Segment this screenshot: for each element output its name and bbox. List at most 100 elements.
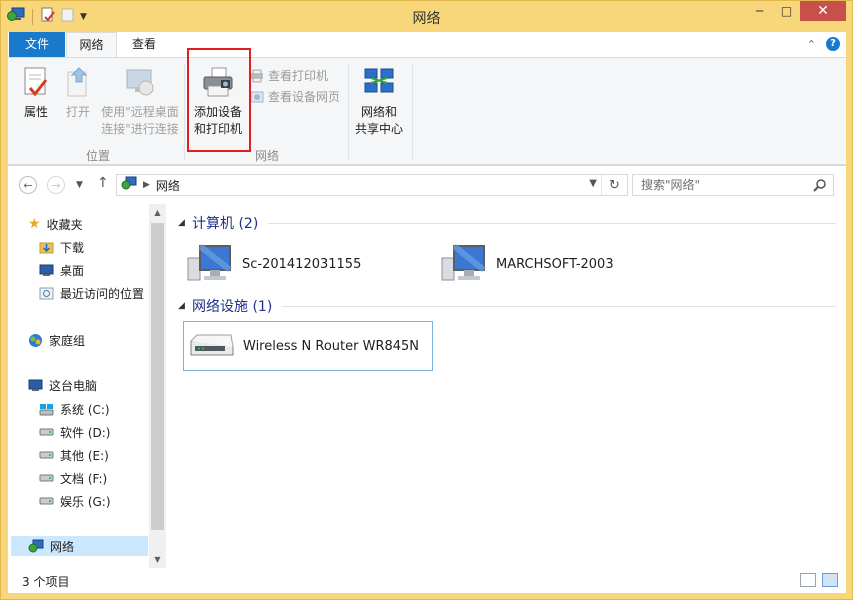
details-view-icon[interactable] [800, 573, 816, 587]
explorer-window: ▼ 网络 ─ □ ✕ 文件 网络 查看 ⌃ ? 属性 打开 使用"远程桌面 连接… [0, 0, 853, 600]
tab-file[interactable]: 文件 [9, 32, 65, 57]
group-header-computers[interactable]: ◢ 计算机 (2) [178, 213, 836, 233]
nav-label: 最近访问的位置 [60, 286, 145, 301]
nav-label: 这台电脑 [49, 378, 98, 393]
nav-scrollbar[interactable]: ▲ ▼ [149, 204, 166, 568]
nav-item-this-pc[interactable]: 这台电脑 [28, 375, 97, 395]
computer-item[interactable]: MARCHSOFT-2003 [440, 239, 614, 289]
computer-item[interactable]: Sc-201412031155 [186, 239, 361, 289]
group-header-infrastructure[interactable]: ◢ 网络设施 (1) [178, 296, 836, 316]
help-icon[interactable]: ? [826, 37, 840, 51]
open-button[interactable]: 打开 [60, 66, 96, 121]
remote-desktop-icon [124, 66, 156, 100]
search-box [632, 174, 834, 196]
router-icon [190, 334, 234, 356]
homegroup-icon [29, 333, 42, 347]
scrollbar-thumb[interactable] [151, 223, 164, 530]
group-divider [348, 64, 349, 160]
group-divider [268, 222, 836, 224]
remote-desktop-label-line2: 连接"进行连接 [101, 122, 179, 136]
refresh-icon[interactable]: ↻ [601, 175, 627, 195]
view-printers-icon [251, 69, 263, 82]
open-icon [62, 66, 94, 100]
address-dropdown-icon[interactable]: ▼ [589, 178, 597, 189]
properties-label: 属性 [23, 105, 48, 119]
nav-item-network[interactable]: 网络 [11, 536, 148, 556]
nav-item-drive-g[interactable]: 娱乐 (G:) [39, 491, 111, 511]
nav-item-drive-d[interactable]: 软件 (D:) [39, 422, 110, 442]
item-count: 3 个项目 [22, 575, 70, 589]
navigation-pane: ★ 收藏夹 下载 桌面 最近访问的位置 家庭组 这台电脑 系统 (C:) 软件 … [8, 204, 166, 568]
collapse-chevron-icon[interactable]: ◢ [178, 218, 190, 228]
remote-desktop-button[interactable]: 使用"远程桌面 连接"进行连接 [98, 66, 182, 138]
nav-label: 网络 [50, 539, 75, 554]
main-area: ★ 收藏夹 下载 桌面 最近访问的位置 家庭组 这台电脑 系统 (C:) 软件 … [8, 204, 846, 568]
view-device-webpage-button[interactable]: 查看设备网页 [250, 88, 340, 105]
nav-label: 家庭组 [49, 333, 86, 348]
remote-desktop-label-line1: 使用"远程桌面 [101, 105, 179, 119]
group-divider [412, 64, 413, 160]
window-controls: ─ □ ✕ [746, 1, 846, 21]
network-sharing-center-button[interactable]: 网络和 共享中心 [352, 66, 406, 138]
downloads-folder-icon [39, 242, 54, 253]
nav-label: 娱乐 (G:) [60, 494, 111, 509]
nav-item-favorites[interactable]: ★ 收藏夹 [28, 214, 83, 234]
properties-icon [20, 66, 52, 100]
view-printers-label: 查看打印机 [268, 69, 329, 83]
address-bar[interactable]: ▶ 网络 ▼ ↻ [116, 174, 628, 196]
router-item[interactable]: Wireless N Router WR845N [183, 321, 433, 371]
forward-button[interactable]: → [47, 176, 65, 194]
item-label: Wireless N Router WR845N [243, 338, 420, 354]
collapse-chevron-icon[interactable]: ◢ [178, 301, 190, 311]
nav-item-recent[interactable]: 最近访问的位置 [39, 283, 144, 303]
status-bar: 3 个项目 [8, 568, 846, 593]
item-label: MARCHSOFT-2003 [496, 256, 614, 272]
ribbon: 属性 打开 使用"远程桌面 连接"进行连接 位置 添加设备 和打印机 查看打印机… [8, 48, 846, 165]
nav-item-drive-e[interactable]: 其他 (E:) [39, 445, 109, 465]
highlight-box [187, 48, 251, 152]
ribbon-controls: ⌃ ? [807, 37, 840, 51]
recent-locations-icon[interactable]: ▼ [76, 180, 83, 190]
computer-icon [28, 379, 43, 391]
breadcrumb[interactable]: 网络 [156, 177, 180, 194]
window-title: 网络 [412, 11, 441, 27]
view-device-webpage-label: 查看设备网页 [268, 90, 341, 104]
close-button[interactable]: ✕ [800, 1, 846, 21]
nav-label: 系统 (C:) [60, 402, 110, 417]
nav-label: 下载 [60, 240, 85, 255]
nav-item-homegroup[interactable]: 家庭组 [28, 330, 85, 350]
scroll-up-icon[interactable]: ▲ [149, 204, 166, 221]
group-title: 网络设施 (1) [192, 299, 273, 315]
search-input[interactable] [641, 175, 811, 195]
device-webpage-icon [250, 91, 264, 102]
item-label: Sc-201412031155 [242, 256, 362, 272]
nav-label: 收藏夹 [46, 217, 83, 232]
scroll-down-icon[interactable]: ▼ [149, 551, 166, 568]
nav-item-downloads[interactable]: 下载 [39, 237, 84, 257]
search-icon[interactable] [813, 178, 827, 192]
minimize-button[interactable]: ─ [746, 1, 773, 21]
title-bar: ▼ 网络 ─ □ ✕ [1, 1, 852, 31]
back-button[interactable]: ← [19, 176, 37, 194]
nav-item-drive-f[interactable]: 文档 (F:) [39, 468, 107, 488]
up-arrow-icon[interactable]: ↑ [97, 175, 109, 191]
tab-view[interactable]: 查看 [118, 32, 170, 57]
properties-button[interactable]: 属性 [18, 66, 54, 121]
large-icons-view-icon[interactable] [822, 573, 838, 587]
content-pane: ◢ 计算机 (2) Sc-201412031155 MARCHSOFT-2003… [178, 204, 846, 568]
view-switcher [800, 573, 838, 587]
view-printers-button[interactable]: 查看打印机 [250, 67, 328, 84]
collapse-ribbon-icon[interactable]: ⌃ [807, 38, 816, 51]
group-divider [282, 305, 836, 307]
tab-network[interactable]: 网络 [66, 32, 117, 58]
desktop-icon [39, 264, 54, 276]
nav-item-drive-c[interactable]: 系统 (C:) [39, 399, 110, 419]
network-icon [121, 176, 137, 194]
hard-drive-icon [39, 428, 54, 436]
nav-item-desktop[interactable]: 桌面 [39, 260, 84, 280]
breadcrumb-chevron-icon[interactable]: ▶ [143, 180, 150, 190]
maximize-button[interactable]: □ [773, 1, 800, 21]
ribbon-tabs: 文件 网络 查看 ⌃ ? [8, 32, 846, 58]
hard-drive-icon [39, 474, 54, 482]
hard-drive-icon [39, 497, 54, 505]
